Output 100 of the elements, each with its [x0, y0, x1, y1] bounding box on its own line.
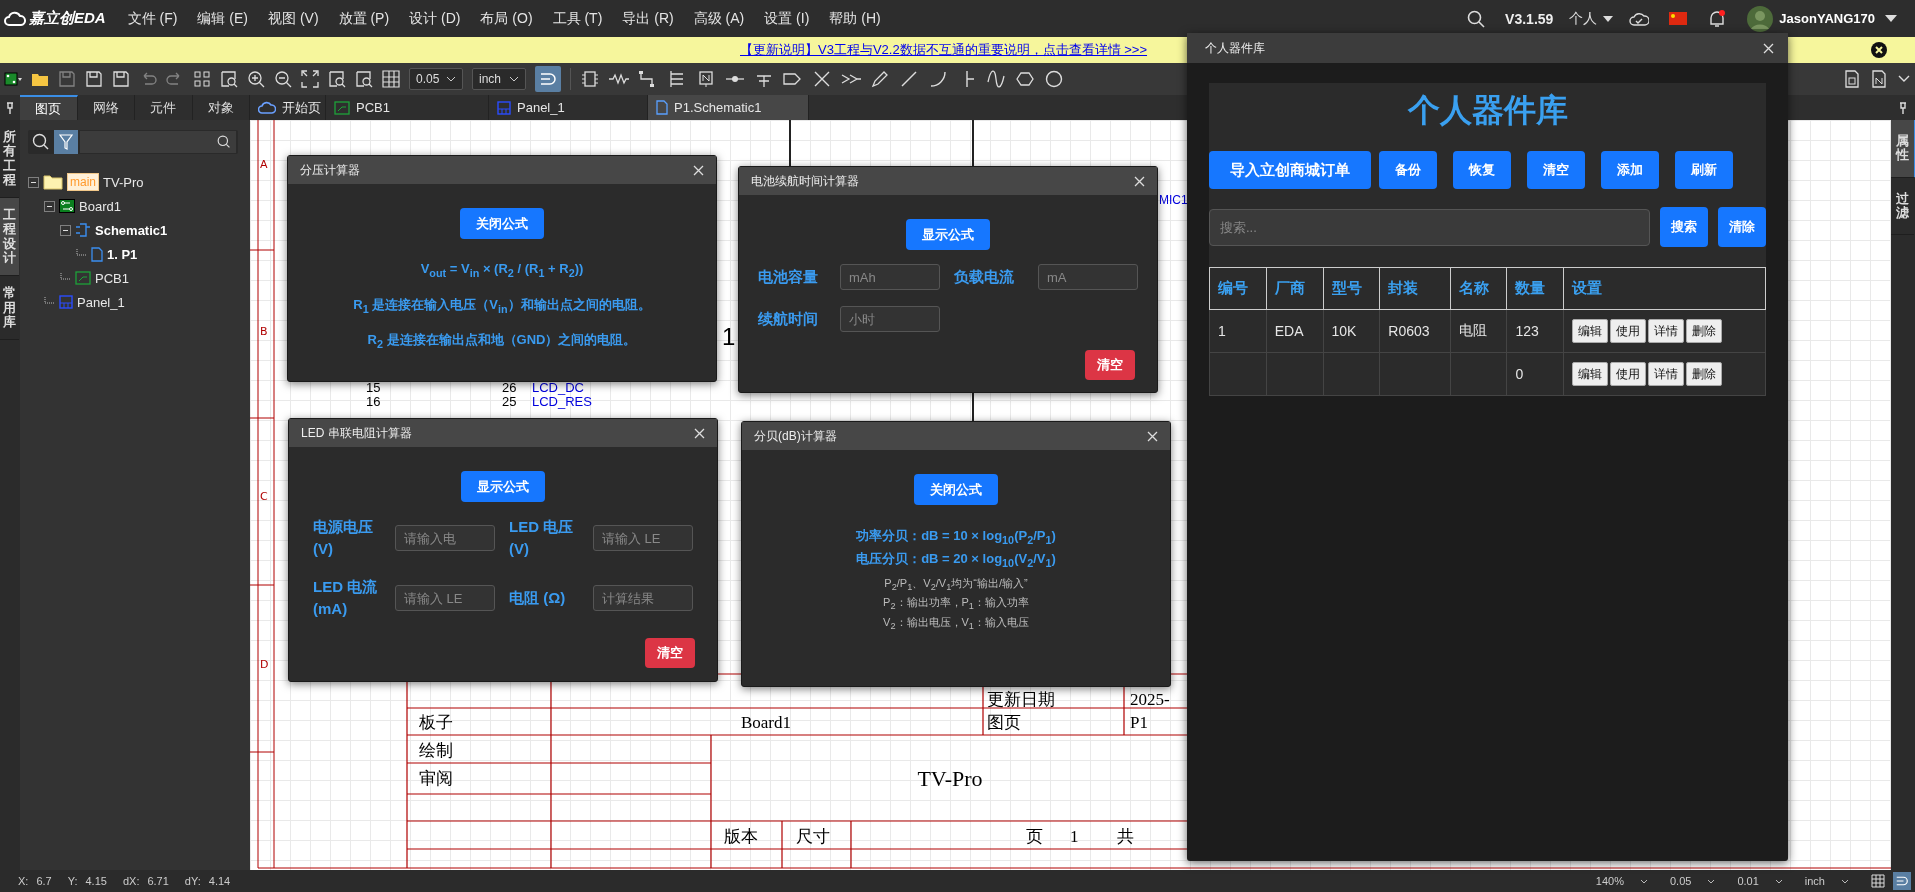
- wave-icon[interactable]: [986, 70, 1006, 88]
- caret-icon[interactable]: [1885, 15, 1897, 22]
- row-action-button[interactable]: 编辑: [1572, 319, 1609, 343]
- zoom-in-icon[interactable]: [247, 70, 265, 88]
- hexagon-icon[interactable]: [1015, 70, 1035, 88]
- side-tab[interactable]: 属性: [1891, 120, 1915, 178]
- user-name[interactable]: JasonYANG170: [1779, 11, 1875, 26]
- clear-button[interactable]: 清空: [1085, 350, 1135, 380]
- zoom-out-icon[interactable]: [274, 70, 292, 88]
- pin-icon[interactable]: [1899, 101, 1907, 114]
- menu-item[interactable]: 视图 (V): [268, 9, 319, 28]
- menu-item[interactable]: 工具 (T): [552, 9, 603, 28]
- clear-button[interactable]: 清空: [645, 638, 695, 668]
- unit-select[interactable]: inch: [1804, 875, 1849, 887]
- document-b-icon[interactable]: [1843, 70, 1861, 88]
- chip-icon[interactable]: [580, 70, 600, 88]
- tree-item[interactable]: Schematic1: [95, 222, 168, 238]
- zoom-select[interactable]: 140%: [1595, 875, 1648, 887]
- formula-toggle-button[interactable]: 关闭公式: [460, 208, 544, 239]
- menu-item[interactable]: 导出 (R): [622, 9, 674, 28]
- avatar[interactable]: [1747, 5, 1774, 32]
- zoom-selection-icon[interactable]: [355, 70, 373, 88]
- find-page-icon[interactable]: [220, 70, 238, 88]
- library-action-button[interactable]: 刷新: [1675, 151, 1733, 189]
- net-port-icon[interactable]: [783, 70, 803, 88]
- disk-clock-icon[interactable]: [112, 70, 130, 88]
- formula-toggle-button[interactable]: 显示公式: [461, 471, 545, 502]
- zoom-area-icon[interactable]: [328, 70, 346, 88]
- tree-item[interactable]: PCB1: [95, 270, 129, 286]
- net-label-icon[interactable]: [696, 70, 716, 88]
- row-action-button[interactable]: 详情: [1648, 319, 1685, 343]
- search-button[interactable]: 搜索: [1660, 207, 1708, 247]
- formula-toggle-button[interactable]: 关闭公式: [914, 474, 998, 505]
- close-icon[interactable]: [1134, 175, 1145, 187]
- search-field[interactable]: [80, 131, 236, 153]
- close-icon[interactable]: [1763, 42, 1774, 54]
- library-action-button[interactable]: 导入立创商城订单: [1209, 151, 1371, 189]
- search-icon[interactable]: [32, 133, 50, 151]
- library-action-button[interactable]: 恢复: [1453, 151, 1511, 189]
- close-icon[interactable]: [1147, 430, 1158, 442]
- search-icon[interactable]: [1467, 9, 1486, 28]
- circle-icon[interactable]: [1044, 70, 1064, 88]
- formula-toggle-button[interactable]: 显示公式: [906, 219, 990, 250]
- menu-item[interactable]: 设置 (I): [764, 9, 810, 28]
- input-field[interactable]: 计算结果: [593, 585, 693, 611]
- menu-item[interactable]: 帮助 (H): [829, 9, 881, 28]
- tree-item[interactable]: TV-Pro: [103, 174, 144, 190]
- grid-icon[interactable]: [382, 70, 400, 88]
- close-icon[interactable]: [1871, 42, 1887, 58]
- library-action-button[interactable]: 备份: [1379, 151, 1437, 189]
- close-icon[interactable]: [693, 164, 704, 176]
- row-action-button[interactable]: 删除: [1686, 362, 1723, 386]
- chevron-down-icon[interactable]: [1897, 74, 1911, 84]
- menu-item[interactable]: 布局 (O): [480, 9, 533, 28]
- grid-icon[interactable]: [1871, 874, 1885, 888]
- four-squares-icon[interactable]: [193, 70, 211, 88]
- document-tab[interactable]: P1.Schematic1: [648, 95, 809, 120]
- input-field[interactable]: 小时: [840, 306, 940, 332]
- close-icon[interactable]: [694, 427, 705, 439]
- tree-toggle[interactable]: [44, 200, 55, 212]
- tree-item[interactable]: Panel_1: [77, 294, 125, 310]
- fit-view-icon[interactable]: [301, 70, 319, 88]
- input-field[interactable]: 请输入电: [395, 525, 495, 551]
- save-all-icon[interactable]: [85, 70, 103, 88]
- grid-select[interactable]: 0.05: [1669, 875, 1716, 887]
- row-action-button[interactable]: 使用: [1610, 319, 1647, 343]
- menu-item[interactable]: 设计 (D): [409, 9, 461, 28]
- snap-select[interactable]: 0.01: [1737, 875, 1783, 887]
- no-connect-icon[interactable]: [812, 70, 832, 88]
- pin-icon[interactable]: [6, 101, 14, 114]
- tree-toggle[interactable]: [28, 176, 39, 188]
- flag-icon[interactable]: [1669, 12, 1688, 25]
- row-action-button[interactable]: 使用: [1610, 362, 1647, 386]
- input-field[interactable]: mAh: [840, 264, 940, 290]
- unit-select[interactable]: inch: [472, 68, 526, 90]
- line-icon[interactable]: [899, 70, 919, 88]
- document-n-icon[interactable]: [1870, 70, 1888, 88]
- input-field[interactable]: 请输入 LE: [395, 585, 495, 611]
- account-dropdown[interactable]: 个人: [1569, 9, 1614, 28]
- panel-tab[interactable]: 图页: [20, 95, 78, 120]
- row-action-button[interactable]: 删除: [1686, 319, 1723, 343]
- tree-toggle[interactable]: [60, 224, 71, 236]
- pen-icon[interactable]: [870, 70, 890, 88]
- input-field[interactable]: 请输入 LE: [593, 525, 693, 551]
- menu-item[interactable]: 放置 (P): [338, 9, 390, 28]
- row-action-button[interactable]: 详情: [1648, 362, 1685, 386]
- row-action-button[interactable]: 编辑: [1572, 362, 1609, 386]
- chip-dropdown-icon[interactable]: [4, 70, 22, 88]
- menu-item[interactable]: 文件 (F): [127, 9, 178, 28]
- library-action-button[interactable]: 清空: [1527, 151, 1585, 189]
- update-notice-link[interactable]: 【更新说明】V3工程与V2.2数据不互通的重要说明，点击查看详情 >>>: [740, 41, 1148, 59]
- search-field[interactable]: 搜索...: [1209, 208, 1650, 246]
- save-icon[interactable]: [58, 70, 76, 88]
- cloud-check-icon[interactable]: [1629, 10, 1650, 27]
- side-tab[interactable]: 工程设计: [0, 198, 19, 277]
- menu-item[interactable]: 编辑 (E): [197, 9, 248, 28]
- filter-toggle[interactable]: [54, 130, 78, 154]
- tree-item[interactable]: Board1: [79, 198, 121, 214]
- arc-icon[interactable]: [928, 70, 948, 88]
- snap-button[interactable]: [1893, 872, 1911, 890]
